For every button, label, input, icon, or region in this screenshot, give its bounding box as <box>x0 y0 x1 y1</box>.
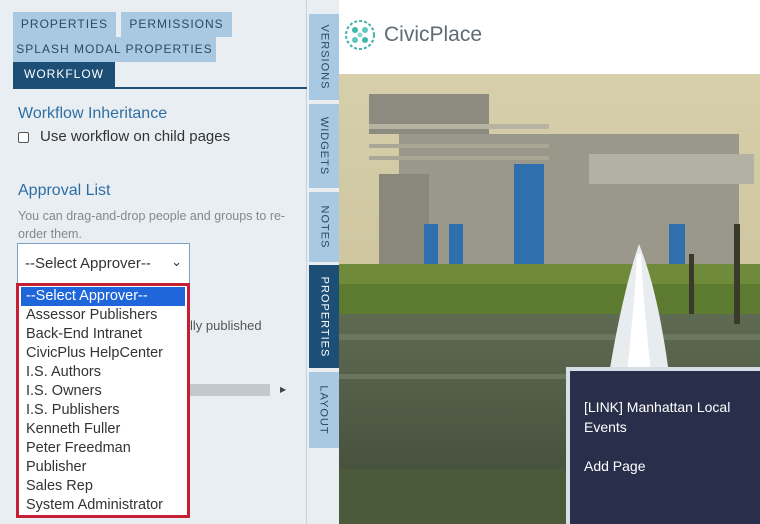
tab-splash-modal-properties[interactable]: SPLASH MODAL PROPERTIES <box>13 37 216 62</box>
partially-hidden-text: lly published <box>190 318 262 333</box>
site-header: CivicPlace <box>339 0 760 74</box>
approval-list-heading: Approval List <box>18 182 111 199</box>
approver-option[interactable]: I.S. Authors <box>19 363 187 382</box>
site-logo-text[interactable]: CivicPlace <box>384 23 482 47</box>
approver-option[interactable]: Sales Rep <box>19 477 187 496</box>
approver-dropdown-list: --Select Approver-- Assessor Publishers Ba… <box>16 283 190 518</box>
tab-underline <box>13 87 307 89</box>
approver-option[interactable]: Publisher <box>19 458 187 477</box>
approver-option[interactable]: Kenneth Fuller <box>19 420 187 439</box>
approver-select[interactable]: --Select Approver-- ⌄ <box>17 243 190 284</box>
vtab-layout[interactable]: LAYOUT <box>309 372 339 448</box>
chevron-down-icon: ⌄ <box>171 254 182 269</box>
horizontal-scrollbar[interactable] <box>190 384 270 396</box>
workflow-inheritance-heading: Workflow Inheritance <box>18 105 168 122</box>
approver-option[interactable]: Back-End Intranet <box>19 325 187 344</box>
approver-option[interactable]: --Select Approver-- <box>21 287 185 306</box>
approver-option[interactable]: Peter Freedman <box>19 439 187 458</box>
approver-select-value: --Select Approver-- <box>25 255 151 272</box>
approver-option[interactable]: Assessor Publishers <box>19 306 187 325</box>
vtab-notes-label: NOTES <box>318 205 330 249</box>
vtab-versions-label: VERSIONS <box>318 24 331 90</box>
tab-properties[interactable]: PROPERTIES <box>13 12 116 37</box>
approver-option[interactable]: I.S. Publishers <box>19 401 187 420</box>
vtab-properties[interactable]: PROPERTIES <box>309 265 339 368</box>
vtab-widgets-label: WIDGETS <box>318 116 330 176</box>
vtab-layout-label: LAYOUT <box>318 385 331 435</box>
approver-option[interactable]: CivicPlus HelpCenter <box>19 344 187 363</box>
use-workflow-checkbox[interactable] <box>18 132 29 143</box>
vtab-properties-label: PROPERTIES <box>318 276 330 357</box>
civicplace-logo-icon[interactable] <box>343 18 377 52</box>
vtab-notes[interactable]: NOTES <box>309 192 339 262</box>
approval-help-text: You can drag-and-drop people and groups … <box>18 209 286 241</box>
approver-option[interactable]: I.S. Owners <box>19 382 187 401</box>
tab-permissions[interactable]: PERMISSIONS <box>121 12 232 37</box>
vtab-widgets[interactable]: WIDGETS <box>309 104 339 188</box>
use-workflow-label[interactable]: Use workflow on child pages <box>40 128 230 145</box>
approver-option[interactable]: System Administrator <box>19 496 187 515</box>
manhattan-events-link[interactable]: [LINK] Manhattan Local Events <box>584 397 759 437</box>
approver-options: --Select Approver-- Assessor Publishers Ba… <box>19 286 187 515</box>
tab-workflow[interactable]: WORKFLOW <box>13 62 115 87</box>
link-overlay-box: [LINK] Manhattan Local Events Add Page <box>566 367 760 524</box>
add-page-link[interactable]: Add Page <box>584 458 646 474</box>
scroll-right-arrow-icon[interactable]: ▶ <box>280 384 286 396</box>
vtab-versions[interactable]: VERSIONS <box>309 14 339 100</box>
